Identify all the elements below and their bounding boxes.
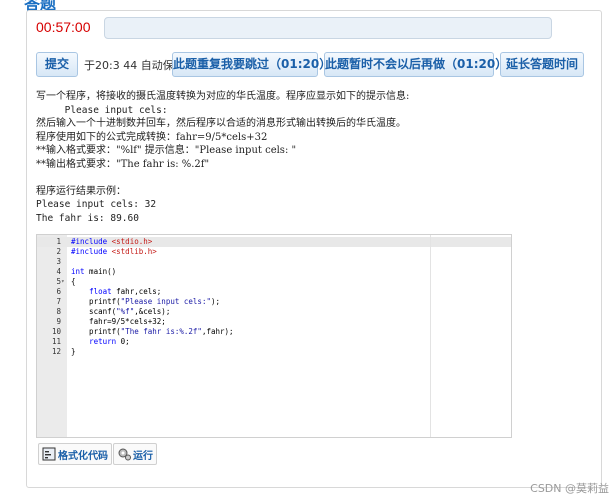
do-later-button[interactable]: 此题暂时不会以后再做（01:20） — [324, 52, 507, 77]
code-text[interactable]: int main() — [71, 267, 116, 277]
problem-line: 写一个程序，将接收的摄氏温度转换为对应的华氏温度。程序应显示如下的提示信息: — [36, 91, 410, 102]
line-number: 6 — [56, 287, 61, 296]
line-number: 4 — [56, 267, 61, 276]
code-text[interactable]: return 0; — [71, 337, 130, 347]
line-number: 2 — [56, 247, 61, 256]
code-text[interactable]: float fahr,cels; — [71, 287, 161, 297]
line-number: 8 — [56, 307, 61, 316]
code-lines[interactable]: 1 #include <stdio.h> 2 #include <stdlib.h> 3… — [37, 237, 511, 357]
code-line[interactable]: 8 scanf("%f",&cels); — [37, 307, 511, 317]
problem-line: 程序运行结果示例： — [36, 185, 126, 197]
run-button[interactable]: 运行 — [113, 443, 157, 465]
problem-line: Please input cels: 32 — [36, 199, 157, 210]
code-line[interactable]: 7 printf("Please input cels:"); — [37, 297, 511, 307]
line-number: 11 — [51, 337, 61, 346]
problem-line: **输出格式要求："The fahr is: %.2f" — [36, 158, 210, 170]
problem-line: 然后输入一个十进制数并回车，然后程序以合适的消息形式输出转换后的华氏温度。 — [36, 118, 406, 129]
code-line[interactable]: 9 fahr=9/5*cels+32; — [37, 317, 511, 327]
extend-time-button[interactable]: 延长答题时间 — [500, 52, 584, 77]
code-line[interactable]: 1 #include <stdio.h> — [37, 237, 511, 247]
run-gear-icon — [118, 448, 131, 461]
problem-line: Please input cels: — [36, 104, 168, 116]
code-line[interactable]: 5 ▾ { — [37, 277, 511, 287]
code-text[interactable]: printf("The fahr is:%.2f",fahr); — [71, 327, 234, 337]
format-code-button[interactable]: 格式化代码 — [38, 443, 112, 465]
code-line[interactable]: 6 float fahr,cels; — [37, 287, 511, 297]
line-number: 12 — [51, 347, 61, 356]
code-text[interactable]: { — [71, 277, 76, 287]
problem-line: 程序使用如下的公式完成转换：fahr=9/5*cels+32 — [36, 131, 268, 143]
code-editor[interactable]: 1 #include <stdio.h> 2 #include <stdlib.h> 3… — [36, 234, 512, 438]
line-number: 9 — [56, 317, 61, 326]
fold-toggle-icon[interactable]: ▾ — [61, 277, 67, 287]
code-text[interactable]: } — [71, 347, 76, 357]
code-line[interactable]: 2 #include <stdlib.h> — [37, 247, 511, 257]
code-text[interactable]: printf("Please input cels:"); — [71, 297, 220, 307]
problem-line: The fahr is: 89.60 — [36, 212, 139, 224]
problem-description: 写一个程序，将接收的摄氏温度转换为对应的华氏温度。程序应显示如下的提示信息: P… — [36, 90, 596, 225]
code-line[interactable]: 11 return 0; — [37, 337, 511, 347]
submit-button[interactable]: 提交 — [36, 52, 78, 77]
format-code-icon — [42, 447, 56, 461]
line-number: 5 — [56, 277, 61, 286]
format-code-label: 格式化代码 — [58, 450, 108, 462]
problem-line — [36, 171, 596, 185]
code-text[interactable]: fahr=9/5*cels+32; — [71, 317, 166, 327]
code-line[interactable]: 3 — [37, 257, 511, 267]
problem-line: **输入格式要求："%lf" 提示信息："Please input cels: … — [36, 145, 297, 156]
code-text[interactable]: scanf("%f",&cels); — [71, 307, 170, 317]
code-line[interactable]: 12} — [37, 347, 511, 357]
line-number: 7 — [56, 297, 61, 306]
code-line[interactable]: 10 printf("The fahr is:%.2f",fahr); — [37, 327, 511, 337]
countdown-timer: 00:57:00 — [36, 19, 91, 35]
code-text[interactable]: #include <stdlib.h> — [71, 247, 157, 257]
watermark: CSDN @莫莉益 — [530, 482, 609, 495]
run-label: 运行 — [133, 450, 153, 462]
line-number: 10 — [51, 327, 61, 336]
code-line[interactable]: 4 int main() — [37, 267, 511, 277]
code-text[interactable]: #include <stdio.h> — [71, 237, 152, 247]
line-number: 1 — [56, 237, 61, 246]
time-progress-bar — [104, 17, 552, 39]
line-number: 3 — [56, 257, 61, 266]
skip-repeat-button[interactable]: 此题重复我要跳过（01:20） — [172, 52, 331, 77]
